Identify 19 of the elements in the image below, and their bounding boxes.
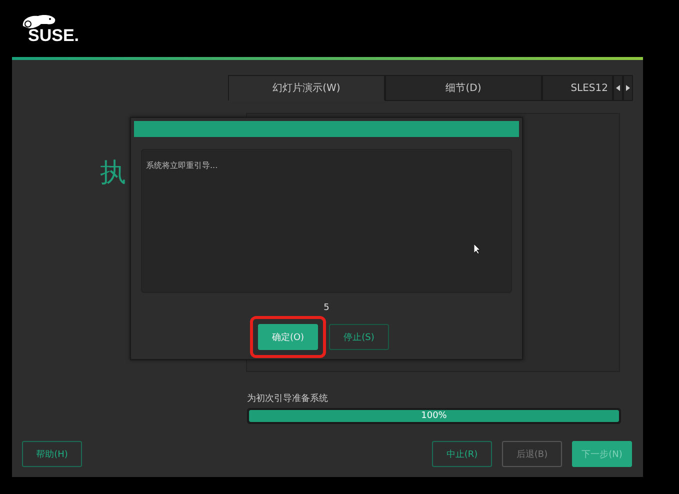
nav-button[interactable]: 中止(R) <box>432 441 492 467</box>
dialog-button[interactable]: 确定(O) <box>258 324 318 350</box>
progress-label: 为初次引导准备系统 <box>247 392 329 405</box>
tab[interactable]: 幻灯片演示(W) <box>228 75 385 101</box>
help-button[interactable]: 帮助(H) <box>22 441 82 467</box>
progress-reading: 100% <box>421 411 447 421</box>
message-text: 系统将立即重引导... <box>146 161 218 170</box>
tab[interactable]: SLES12 <box>542 75 613 101</box>
left-arrow-icon <box>616 85 620 91</box>
mouse-pointer-icon <box>474 244 481 254</box>
dialog-button[interactable]: 停止(S) <box>329 324 389 350</box>
scroll-right-button[interactable] <box>623 75 633 101</box>
scroll-left-button[interactable] <box>613 75 623 101</box>
heading: 执 <box>100 158 126 188</box>
countdown: 5 <box>322 303 330 313</box>
tab[interactable]: 细节(D) <box>385 75 542 101</box>
logo-text: SUSE. <box>28 27 80 44</box>
chameleon-icon <box>22 14 56 30</box>
right-arrow-icon <box>626 85 630 91</box>
